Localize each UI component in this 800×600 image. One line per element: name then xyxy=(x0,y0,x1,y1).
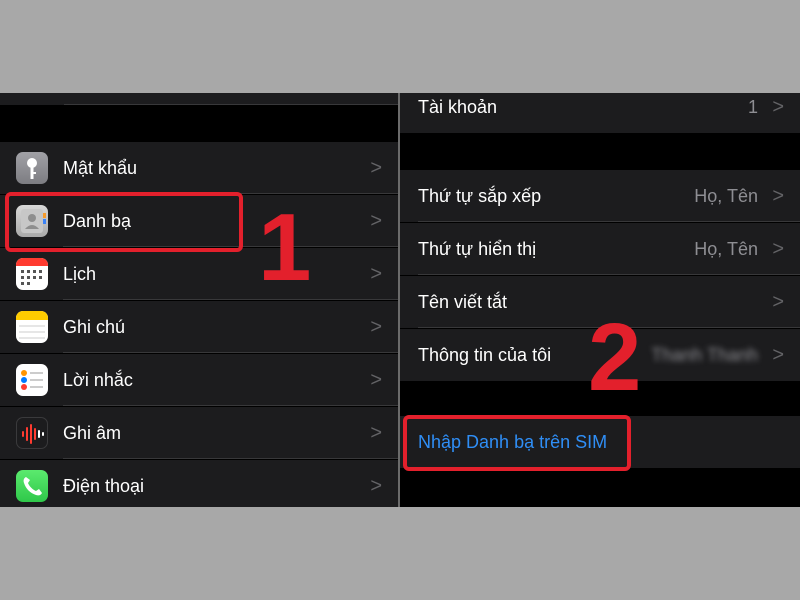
calendar-icon xyxy=(16,258,48,290)
settings-row-phone[interactable]: Điện thoại > xyxy=(0,460,398,507)
settings-row-voice-memos[interactable]: Ghi âm > xyxy=(0,407,398,459)
chevron-right-icon: > xyxy=(772,96,784,118)
row-label: Ghi chú xyxy=(63,317,126,337)
highlight-box-step-2 xyxy=(403,415,631,471)
settings-row-accounts[interactable]: Tài khoản 1 > xyxy=(400,93,800,133)
chevron-right-icon: > xyxy=(772,238,784,260)
highlight-box-step-1 xyxy=(5,192,243,252)
chevron-right-icon: > xyxy=(370,369,382,391)
settings-row-display-order[interactable]: Thứ tự hiển thị Họ, Tên > xyxy=(400,223,800,275)
row-label: Tài khoản xyxy=(418,97,498,117)
voice-memos-icon xyxy=(16,417,48,449)
row-value: Họ, Tên xyxy=(694,239,758,259)
row-label: Điện thoại xyxy=(63,476,145,496)
settings-row-sort-order[interactable]: Thứ tự sắp xếp Họ, Tên > xyxy=(400,170,800,222)
partial-row-top xyxy=(0,93,398,105)
row-label: Mật khẩu xyxy=(63,158,138,178)
row-label: Tên viết tắt xyxy=(418,292,508,312)
chevron-right-icon: > xyxy=(370,263,382,285)
reminders-icon xyxy=(16,364,48,396)
settings-row-passwords[interactable]: Mật khẩu > xyxy=(0,142,398,194)
step-number-1: 1 xyxy=(258,194,312,301)
row-label: Ghi âm xyxy=(63,423,122,443)
notes-icon xyxy=(16,311,48,343)
settings-row-notes[interactable]: Ghi chú > xyxy=(0,301,398,353)
row-label: Thứ tự hiển thị xyxy=(418,239,537,259)
key-icon xyxy=(16,152,48,184)
row-label: Thứ tự sắp xếp xyxy=(418,186,542,206)
row-label: Lời nhắc xyxy=(63,370,133,390)
step-number-2: 2 xyxy=(588,304,642,411)
chevron-right-icon: > xyxy=(370,475,382,497)
chevron-right-icon: > xyxy=(772,291,784,313)
chevron-right-icon: > xyxy=(370,316,382,338)
row-label: Thông tin của tôi xyxy=(418,345,552,365)
phone-icon xyxy=(16,470,48,502)
chevron-right-icon: > xyxy=(772,344,784,366)
chevron-right-icon: > xyxy=(370,210,382,232)
chevron-right-icon: > xyxy=(370,157,382,179)
row-value-blurred: Thanh Thanh xyxy=(651,345,758,365)
settings-list-panel: Mật khẩu > Danh bạ > Lịch > Ghi chú > Lờ… xyxy=(0,93,398,507)
row-value: 1 xyxy=(747,97,758,117)
row-label: Lịch xyxy=(63,264,97,284)
settings-row-reminders[interactable]: Lời nhắc > xyxy=(0,354,398,406)
row-value: Họ, Tên xyxy=(694,186,758,206)
chevron-right-icon: > xyxy=(370,422,382,444)
settings-row-calendar[interactable]: Lịch > xyxy=(0,248,398,300)
chevron-right-icon: > xyxy=(772,185,784,207)
